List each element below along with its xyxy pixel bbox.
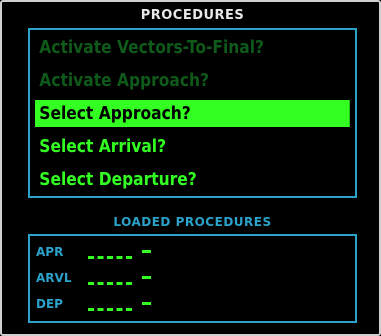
- loaded-row-empty-value: [88, 256, 132, 259]
- loaded-row-empty-value: [88, 308, 132, 311]
- loaded-row-label: ARVL: [36, 271, 72, 285]
- menu-item-select-approach[interactable]: Select Approach?: [35, 100, 350, 127]
- loaded-row-dash: [142, 302, 151, 305]
- menu-item-select-departure[interactable]: Select Departure?: [35, 166, 307, 193]
- menu-item-activate-approach[interactable]: Activate Approach?: [35, 67, 307, 94]
- loaded-row-dash: [142, 276, 151, 279]
- loaded-row-arrival: ARVL: [36, 268, 336, 290]
- loaded-row-label: APR: [36, 245, 64, 259]
- loaded-row-label: DEP: [36, 297, 63, 311]
- window-title: PROCEDURES: [140, 8, 245, 23]
- procedures-menu: Activate Vectors-To-Final? Activate Appr…: [28, 28, 357, 198]
- loaded-row-empty-value: [88, 282, 132, 285]
- loaded-row-approach: APR: [36, 242, 336, 264]
- loaded-procedures-list: APR ARVL DEP: [28, 234, 357, 323]
- menu-item-activate-vectors-to-final[interactable]: Activate Vectors-To-Final?: [35, 34, 307, 61]
- procedures-window: PROCEDURES Activate Vectors-To-Final? Ac…: [0, 0, 381, 336]
- loaded-row-dash: [142, 250, 151, 253]
- loaded-row-departure: DEP: [36, 294, 336, 316]
- menu-item-select-arrival[interactable]: Select Arrival?: [35, 133, 307, 160]
- loaded-procedures-title: LOADED PROCEDURES: [113, 215, 272, 229]
